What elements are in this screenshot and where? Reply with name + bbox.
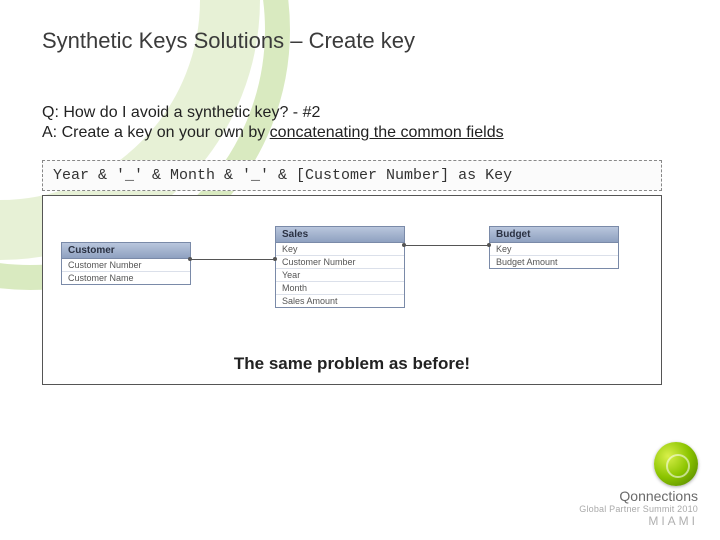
diagram-caption: The same problem as before! [43,354,661,374]
table-budget-header: Budget [490,227,618,243]
table-sales-field: Year [276,269,404,282]
footer-subtitle: Global Partner Summit 2010 [579,504,698,514]
table-customer: Customer Customer Number Customer Name [61,242,191,285]
connector-dot [487,243,491,247]
footer: Qonnections Global Partner Summit 2010 M… [579,442,698,528]
code-expression: Year & '_' & Month & '_' & [Customer Num… [42,160,662,191]
schema-diagram: Customer Customer Number Customer Name S… [42,195,662,385]
brand-logo-icon [654,442,698,486]
q-text: How do I avoid a synthetic key? - #2 [63,104,320,121]
table-sales-header: Sales [276,227,404,243]
table-budget-field: Key [490,243,618,256]
table-customer-field: Customer Name [62,272,190,284]
table-budget-field: Budget Amount [490,256,618,268]
a-prefix: A: [42,124,62,141]
table-sales-field: Sales Amount [276,295,404,307]
table-customer-header: Customer [62,243,190,259]
footer-location: MIAMI [579,514,698,528]
page-title: Synthetic Keys Solutions – Create key [42,28,678,54]
connector-sales-budget [404,245,489,246]
connector-dot [188,257,192,261]
table-sales: Sales Key Customer Number Year Month Sal… [275,226,405,308]
connector-dot [273,257,277,261]
a-underlined: concatenating the common fields [270,124,504,141]
a-lead: Create a key on your own by [62,124,270,141]
footer-brand: Qonnections [579,488,698,504]
connector-dot [402,243,406,247]
table-customer-field: Customer Number [62,259,190,272]
table-sales-field: Customer Number [276,256,404,269]
table-sales-field: Key [276,243,404,256]
table-budget: Budget Key Budget Amount [489,226,619,269]
question-line: Q: How do I avoid a synthetic key? - #2 [42,104,678,122]
connector-customer-sales [190,259,275,260]
q-prefix: Q: [42,104,63,121]
table-sales-field: Month [276,282,404,295]
answer-line: A: Create a key on your own by concatena… [42,124,678,142]
